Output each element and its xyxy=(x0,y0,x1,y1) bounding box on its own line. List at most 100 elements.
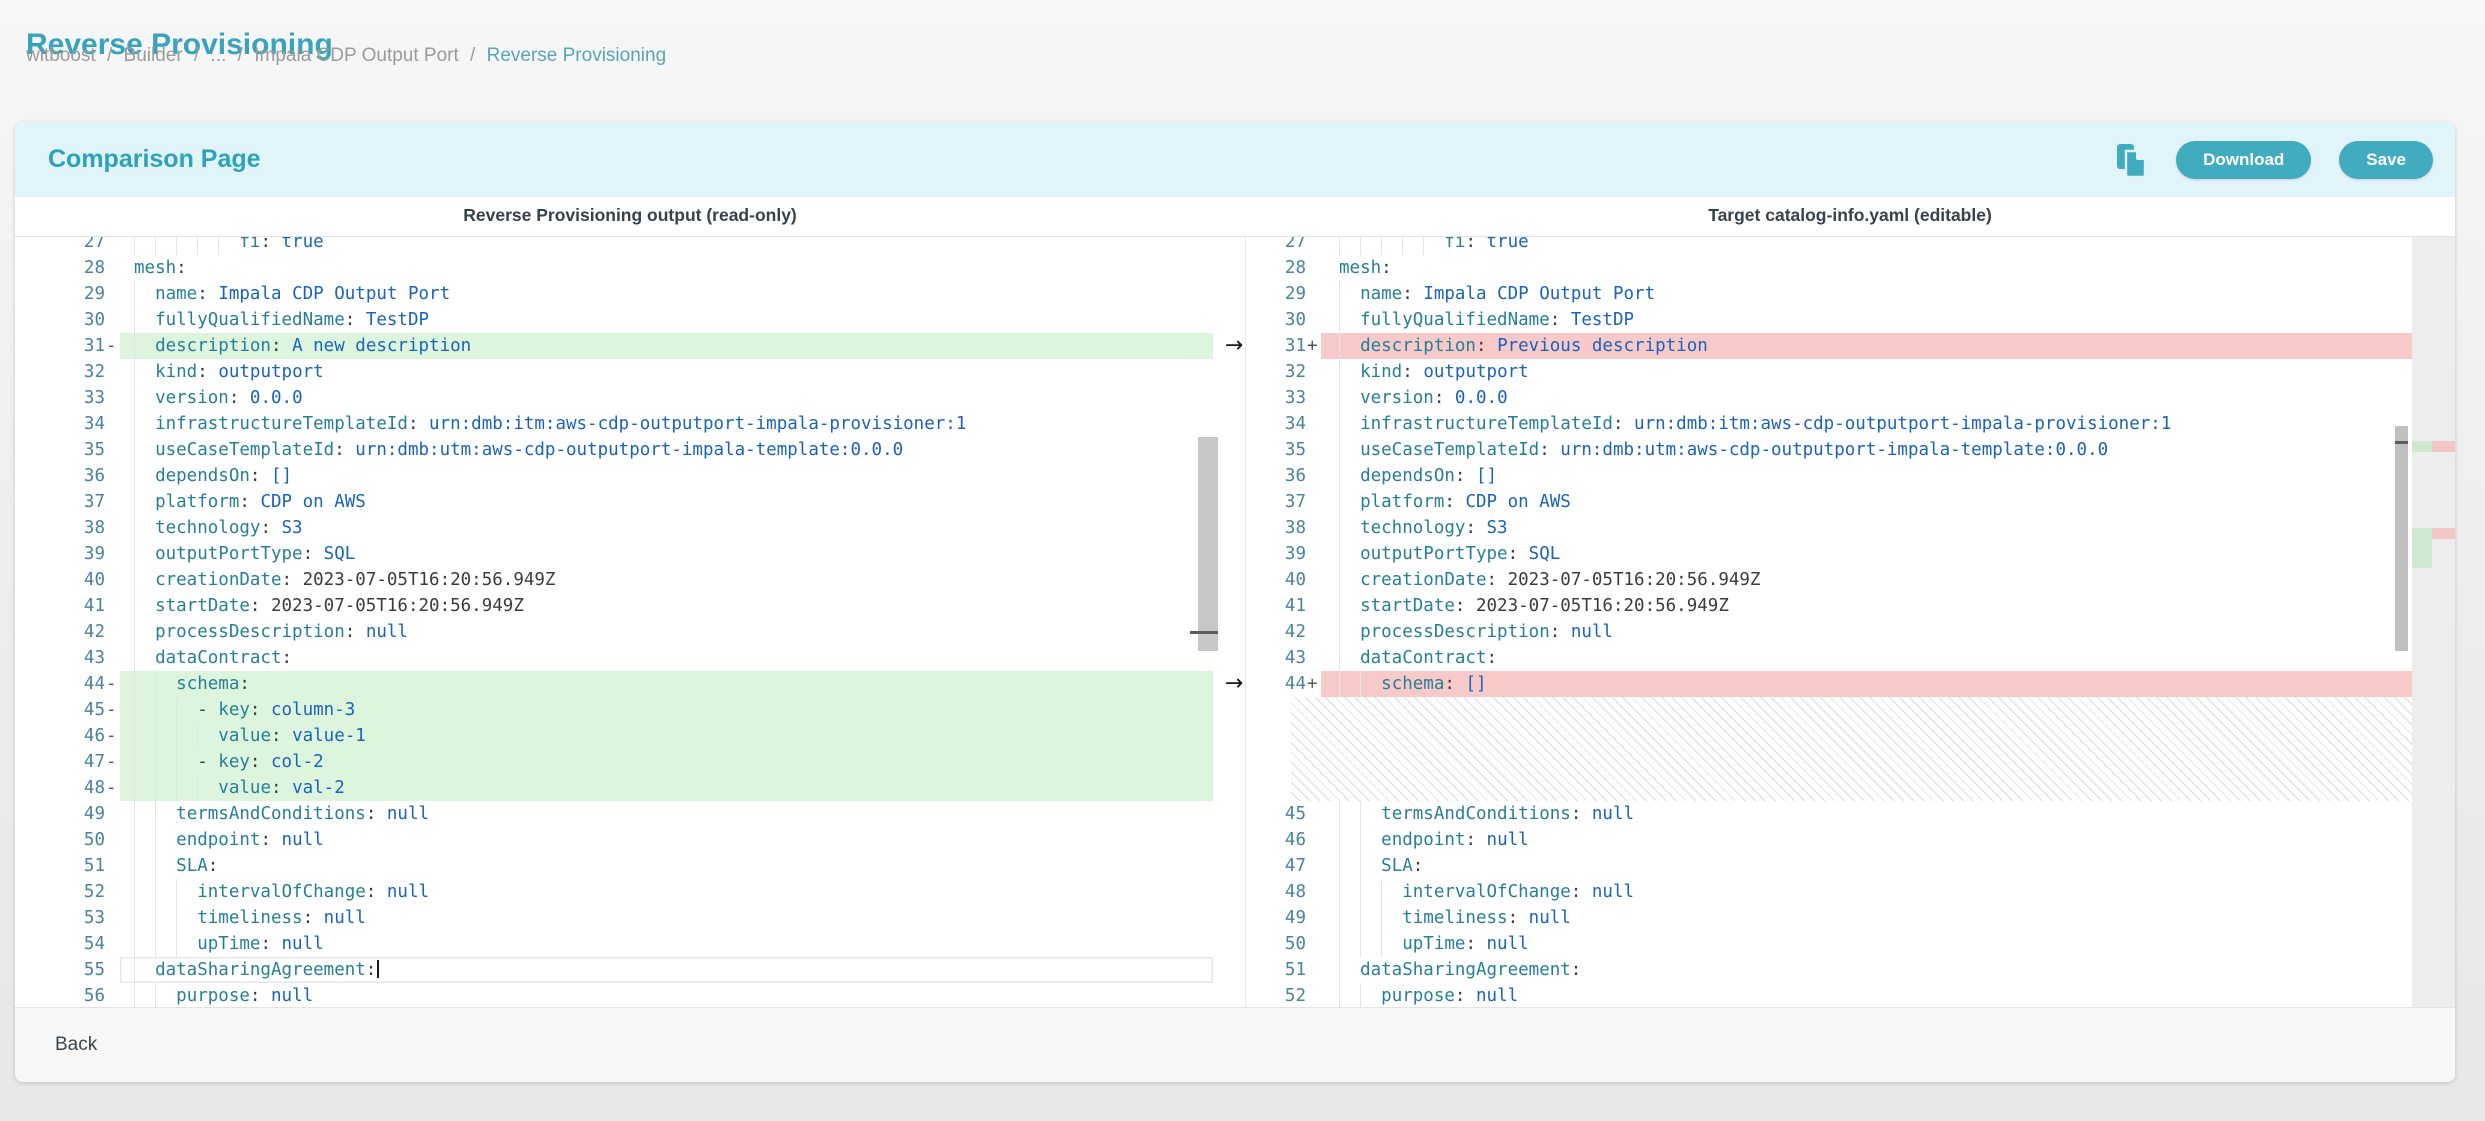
code-line[interactable]: 49 timeliness: null xyxy=(1246,905,2455,931)
code-text: value: value-1 xyxy=(120,723,1213,749)
code-line[interactable]: 43 dataContract: xyxy=(15,645,1245,671)
pane-headers: Reverse Provisioning output (read-only) … xyxy=(15,197,2455,237)
save-button[interactable]: Save xyxy=(2339,141,2433,179)
code-line[interactable]: 46- value: value-1 xyxy=(15,723,1245,749)
code-text: infrastructureTemplateId: urn:dmb:itm:aw… xyxy=(1321,411,2413,437)
code-line[interactable]: 33 version: 0.0.0 xyxy=(1246,385,2455,411)
line-number: 35 xyxy=(15,437,105,463)
code-line[interactable]: 30 fullyQualifiedName: TestDP xyxy=(1246,307,2455,333)
code-line[interactable]: 46 endpoint: null xyxy=(1246,827,2455,853)
line-number: 50 xyxy=(15,827,105,853)
line-number: 33 xyxy=(15,385,105,411)
code-line[interactable]: 35 useCaseTemplateId: urn:dmb:utm:aws-cd… xyxy=(15,437,1245,463)
code-line[interactable]: 55 dataSharingAgreement: xyxy=(15,957,1245,983)
code-line[interactable]: 44- schema: xyxy=(15,671,1245,697)
code-line[interactable]: 47 SLA: xyxy=(1246,853,2455,879)
indent-guide xyxy=(1360,853,1361,879)
indent-guide xyxy=(155,237,156,255)
code-line[interactable]: 31+ description: Previous description xyxy=(1246,333,2455,359)
code-line[interactable]: 27 fi: true xyxy=(1246,237,2455,255)
code-line[interactable]: 48- value: val-2 xyxy=(15,775,1245,801)
code-line[interactable]: 40 creationDate: 2023-07-05T16:20:56.949… xyxy=(1246,567,2455,593)
code-text: processDescription: null xyxy=(120,619,1213,645)
code-line[interactable]: 50 upTime: null xyxy=(1246,931,2455,957)
code-text: description: Previous description xyxy=(1321,333,2413,359)
code-line[interactable]: 51 SLA: xyxy=(15,853,1245,879)
code-line[interactable]: 27 fi: true xyxy=(15,237,1245,255)
breadcrumb-item-builder[interactable]: Builder xyxy=(124,45,183,66)
code-line[interactable]: 37 platform: CDP on AWS xyxy=(1246,489,2455,515)
code-line[interactable]: 34 infrastructureTemplateId: urn:dmb:itm… xyxy=(15,411,1245,437)
code-line[interactable]: 28mesh: xyxy=(15,255,1245,281)
code-text: infrastructureTemplateId: urn:dmb:itm:aw… xyxy=(120,411,1213,437)
code-line[interactable]: 29 name: Impala CDP Output Port xyxy=(1246,281,2455,307)
code-line[interactable]: 54 upTime: null xyxy=(15,931,1245,957)
right-editor-scrollbar[interactable] xyxy=(2395,426,2408,651)
code-line[interactable]: 52 intervalOfChange: null xyxy=(15,879,1245,905)
code-line[interactable]: 35 useCaseTemplateId: urn:dmb:utm:aws-cd… xyxy=(1246,437,2455,463)
back-button[interactable]: Back xyxy=(49,1033,103,1057)
left-editor-scrollbar[interactable] xyxy=(1198,437,1218,651)
code-line[interactable]: 50 endpoint: null xyxy=(15,827,1245,853)
code-line[interactable]: 45- - key: column-3 xyxy=(15,697,1245,723)
code-line[interactable]: 29 name: Impala CDP Output Port xyxy=(15,281,1245,307)
code-text: mesh: xyxy=(1321,255,2413,281)
code-line[interactable]: 32 kind: outputport xyxy=(15,359,1245,385)
code-line[interactable]: 48 intervalOfChange: null xyxy=(1246,879,2455,905)
code-text: purpose: null xyxy=(120,983,1213,1009)
code-line[interactable]: 39 outputPortType: SQL xyxy=(1246,541,2455,567)
right-pane-title: Target catalog-info.yaml (editable) xyxy=(1245,197,2455,236)
revert-change-arrow-button[interactable]: → xyxy=(1220,671,1248,697)
code-line[interactable]: 38 technology: S3 xyxy=(15,515,1245,541)
breadcrumb-item-witboost[interactable]: witboost xyxy=(26,45,96,66)
code-line[interactable]: 43 dataContract: xyxy=(1246,645,2455,671)
code-line[interactable]: 41 startDate: 2023-07-05T16:20:56.949Z xyxy=(15,593,1245,619)
code-line[interactable]: 36 dependsOn: [] xyxy=(1246,463,2455,489)
line-number: 47 xyxy=(15,749,105,775)
indent-guide xyxy=(134,489,135,515)
code-text: intervalOfChange: null xyxy=(120,879,1213,905)
code-line[interactable]: 56 purpose: null xyxy=(15,983,1245,1009)
indent-guide xyxy=(134,905,135,931)
code-line[interactable]: 38 technology: S3 xyxy=(1246,515,2455,541)
breadcrumb-item-ellipsis[interactable]: ... xyxy=(211,45,227,66)
revert-change-arrow-button[interactable]: → xyxy=(1220,333,1248,359)
code-text: - key: column-3 xyxy=(120,697,1213,723)
code-line[interactable]: 37 platform: CDP on AWS xyxy=(15,489,1245,515)
code-line[interactable]: 47- - key: col-2 xyxy=(15,749,1245,775)
download-button[interactable]: Download xyxy=(2176,141,2311,179)
code-line[interactable]: 49 termsAndConditions: null xyxy=(15,801,1245,827)
code-line[interactable]: 40 creationDate: 2023-07-05T16:20:56.949… xyxy=(15,567,1245,593)
code-line[interactable]: 51 dataSharingAgreement: xyxy=(1246,957,2455,983)
code-line[interactable]: 53 timeliness: null xyxy=(15,905,1245,931)
code-line[interactable]: 39 outputPortType: SQL xyxy=(15,541,1245,567)
line-number: 50 xyxy=(1246,931,1306,957)
code-line[interactable]: 33 version: 0.0.0 xyxy=(15,385,1245,411)
code-line[interactable]: 31- description: A new description xyxy=(15,333,1245,359)
diff-editor: 27 fi: true28mesh:29 name: Impala CDP Ou… xyxy=(15,237,2455,1009)
code-line[interactable]: 28mesh: xyxy=(1246,255,2455,281)
code-text: dataSharingAgreement: xyxy=(120,957,1213,983)
indent-guide xyxy=(1339,515,1340,541)
indent-guide xyxy=(1339,879,1340,905)
diff-filler-region xyxy=(1246,697,2455,801)
indent-guide xyxy=(1339,541,1340,567)
code-line[interactable]: 36 dependsOn: [] xyxy=(15,463,1245,489)
copy-button[interactable] xyxy=(2114,143,2148,177)
code-line[interactable]: 30 fullyQualifiedName: TestDP xyxy=(15,307,1245,333)
indent-guide xyxy=(155,853,156,879)
diff-marker xyxy=(1306,237,1321,255)
diff-marker xyxy=(105,255,120,281)
breadcrumb-item-component[interactable]: Impala CDP Output Port xyxy=(254,45,459,66)
code-line[interactable]: 42 processDescription: null xyxy=(1246,619,2455,645)
code-line[interactable]: 45 termsAndConditions: null xyxy=(1246,801,2455,827)
code-line[interactable]: 32 kind: outputport xyxy=(1246,359,2455,385)
code-line[interactable]: 44+ schema: [] xyxy=(1246,671,2455,697)
code-text: fi: true xyxy=(120,237,1213,255)
code-line[interactable]: 41 startDate: 2023-07-05T16:20:56.949Z xyxy=(1246,593,2455,619)
card-header: Comparison Page Download Save xyxy=(15,122,2455,197)
code-line[interactable]: 52 purpose: null xyxy=(1246,983,2455,1009)
code-line[interactable]: 34 infrastructureTemplateId: urn:dmb:itm… xyxy=(1246,411,2455,437)
code-line[interactable]: 42 processDescription: null xyxy=(15,619,1245,645)
indent-guide xyxy=(1339,567,1340,593)
